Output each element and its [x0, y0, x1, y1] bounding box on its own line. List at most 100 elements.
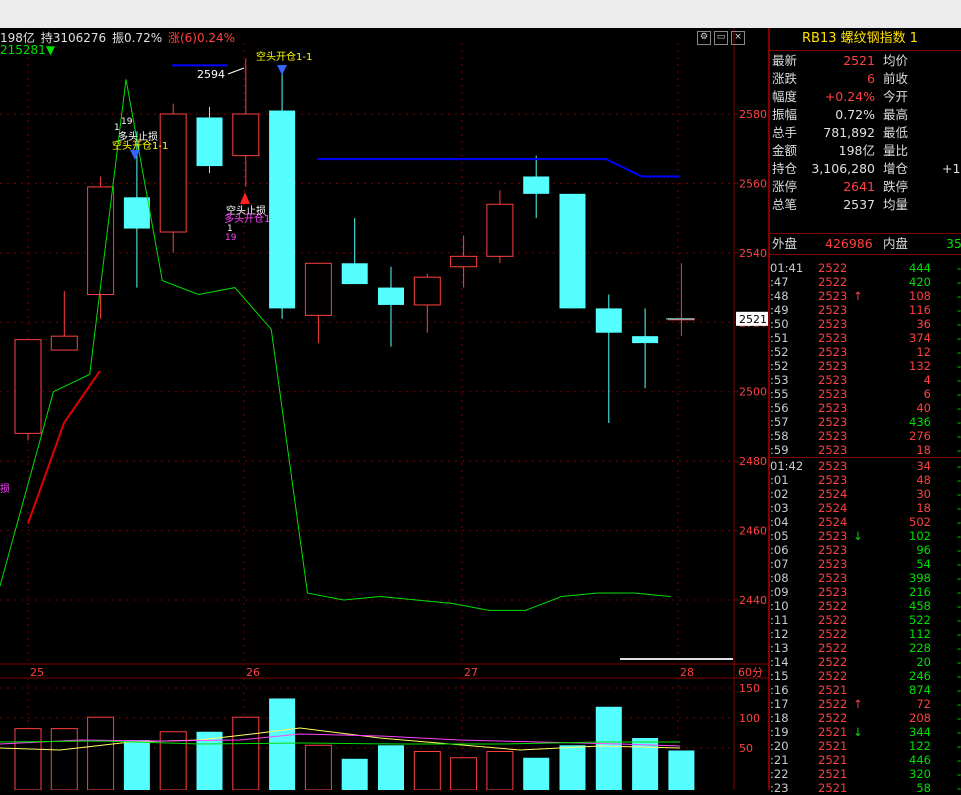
quote-label: 涨跌	[772, 71, 798, 86]
minimize-icon[interactable]: ▭	[714, 31, 728, 45]
trade-volume: 122	[909, 739, 931, 753]
trade-dash: -	[957, 473, 961, 487]
trade-price: 2521	[818, 781, 848, 795]
trade-volume: 12	[916, 345, 931, 359]
outer-label: 外盘	[772, 236, 798, 251]
trade-volume: 48	[916, 473, 931, 487]
candle-body-down	[523, 176, 550, 194]
trade-price: 2522	[818, 641, 848, 655]
trade-row: :53 2523 4 -	[770, 373, 961, 387]
trade-row: :47 2522 420 -	[770, 275, 961, 289]
quote-value: 0.72%	[835, 107, 875, 122]
trade-arrow-icon: ↓	[853, 725, 863, 739]
quote-value: 198亿	[838, 143, 875, 158]
trade-dash: -	[957, 613, 961, 627]
trade-time: :18	[770, 711, 789, 725]
trade-time: :57	[770, 415, 789, 429]
trade-time: :59	[770, 443, 789, 457]
volume-bar-down	[595, 706, 622, 790]
trade-dash: -	[957, 487, 961, 501]
trade-volume: 108	[909, 289, 931, 303]
quote-value: 6	[867, 71, 875, 86]
quote-row: 总手 781,892 最低	[770, 124, 961, 142]
volume-bar-up	[304, 744, 332, 790]
trade-row: :01 2523 48 -	[770, 473, 961, 487]
trade-volume: 208	[909, 711, 931, 725]
trade-dash: -	[957, 781, 961, 795]
trade-price: 2521	[818, 753, 848, 767]
trade-price: 2523	[818, 529, 848, 543]
trade-volume: 96	[916, 543, 931, 557]
volume-bar-down	[123, 740, 150, 790]
trade-row: :04 2524 502 -	[770, 515, 961, 529]
kline-chart-area[interactable]: 2580256025402520250024802460244025262728…	[0, 28, 768, 790]
trade-dash: -	[957, 401, 961, 415]
sub-arrow-icon: ▼	[45, 43, 56, 57]
settings-icon[interactable]: ⚙	[697, 31, 711, 45]
trade-dash: -	[957, 739, 961, 753]
trade-price: 2524	[818, 501, 848, 515]
candle-body-up	[413, 276, 441, 306]
trade-row: :05 2523 ↓ 102 -	[770, 529, 961, 543]
quote-value-2: +1	[942, 161, 961, 176]
volume-bar-up	[413, 751, 441, 790]
quote-label-2: 量比	[883, 143, 909, 158]
trade-time: :47	[770, 275, 789, 289]
trade-price: 2523	[818, 401, 848, 415]
trade-volume: 502	[909, 515, 931, 529]
trade-row: :23 2521 58 -	[770, 781, 961, 795]
date-tick-label: 25	[30, 666, 44, 679]
trade-row: :12 2522 112 -	[770, 627, 961, 641]
quote-row: 总笔 2537 均量	[770, 196, 961, 214]
quote-label-2: 增仓	[883, 161, 909, 176]
quote-value: 2537	[843, 197, 875, 212]
candle-body-up	[304, 262, 332, 316]
current-price-tag: 2521	[739, 313, 767, 326]
trade-price: 2521	[818, 739, 848, 753]
trade-volume: 444	[909, 261, 931, 275]
trade-dash: -	[957, 515, 961, 529]
kline-chart-svg[interactable]: 2580256025402520250024802460244025262728…	[0, 28, 768, 790]
trade-price: 2523	[818, 557, 848, 571]
trade-time: :50	[770, 317, 789, 331]
quote-row: 涨跌 6 前收	[770, 70, 961, 88]
trade-row: :02 2524 30 -	[770, 487, 961, 501]
trade-volume: 20	[916, 655, 931, 669]
trade-arrow-icon: ↑	[853, 697, 863, 711]
price-tick-label: 2500	[739, 386, 767, 399]
trade-price: 2524	[818, 515, 848, 529]
price-tick-label: 2440	[739, 594, 767, 607]
candle-body-down	[378, 287, 404, 305]
volume-tick-label: 150	[739, 682, 760, 695]
trade-price: 2523	[818, 373, 848, 387]
quote-label: 涨停	[772, 179, 798, 194]
trade-row: :21 2521 446 -	[770, 753, 961, 767]
period-label: 60分	[738, 666, 763, 679]
trade-row: :58 2523 276 -	[770, 429, 961, 443]
trade-row: :52 2523 12 -	[770, 345, 961, 359]
trade-time: :02	[770, 487, 789, 501]
trade-time: :49	[770, 303, 789, 317]
trade-dash: -	[957, 429, 961, 443]
trade-dash: -	[957, 529, 961, 543]
trade-price: 2522	[818, 697, 848, 711]
quote-row: 振幅 0.72% 最高	[770, 106, 961, 124]
trade-price: 2523	[818, 303, 848, 317]
trade-time: :48	[770, 289, 789, 303]
volume-bar-down	[632, 738, 659, 790]
trade-dash: -	[957, 571, 961, 585]
trade-row: :19 2521 ↓ 344 -	[770, 725, 961, 739]
trade-price: 2523	[818, 359, 848, 373]
volume-bar-down	[378, 745, 404, 790]
volume-bar-down	[523, 757, 550, 790]
trade-price: 2521	[818, 725, 848, 739]
trade-row: :15 2522 246 -	[770, 669, 961, 683]
chart-subheader: 215281▼	[0, 43, 55, 57]
trade-dash: -	[957, 585, 961, 599]
quote-label: 振幅	[772, 107, 798, 122]
trade-volume: 36	[916, 317, 931, 331]
volume-bar-up	[87, 716, 115, 790]
inner-value: 35	[946, 236, 961, 251]
close-icon[interactable]: ×	[731, 31, 745, 45]
quote-value: 2641	[843, 179, 875, 194]
